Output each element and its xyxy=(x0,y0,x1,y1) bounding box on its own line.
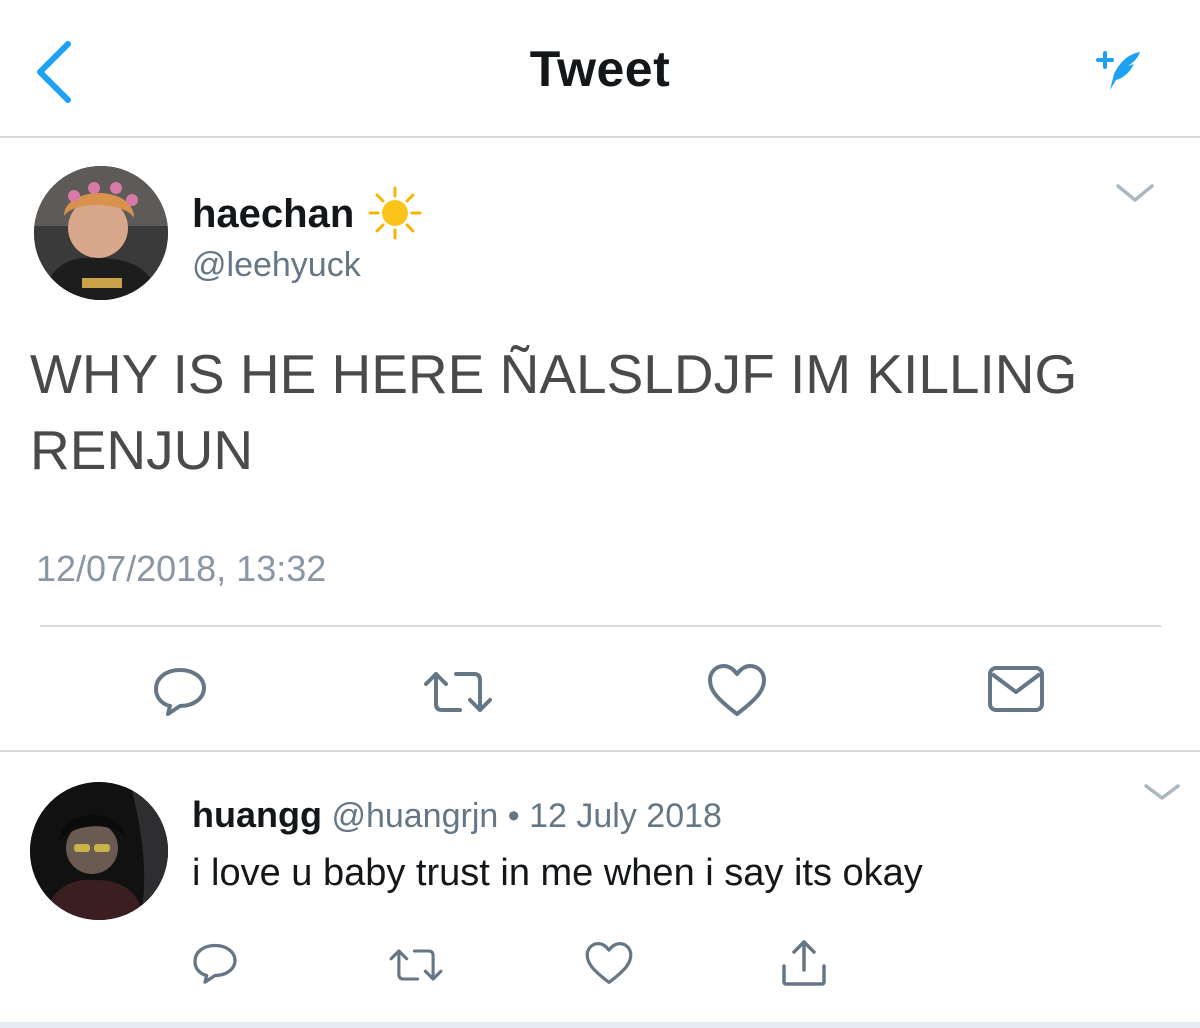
sun-icon xyxy=(368,186,422,240)
direct-message-button[interactable] xyxy=(986,664,1046,714)
reply-handle[interactable]: @huangrjn xyxy=(331,797,498,835)
reply-button[interactable] xyxy=(150,664,210,718)
like-button[interactable] xyxy=(706,662,768,718)
divider xyxy=(0,750,1200,752)
reply-icon xyxy=(193,943,237,984)
user-handle[interactable]: @leehyuck xyxy=(192,246,361,285)
bottom-separator xyxy=(0,1022,1200,1028)
share-icon xyxy=(782,940,826,986)
reply-options-button[interactable] xyxy=(1142,778,1182,806)
profile-photo xyxy=(34,166,168,300)
reply-icon xyxy=(154,668,206,716)
avatar[interactable] xyxy=(34,166,168,300)
compose-tweet-button[interactable] xyxy=(1090,46,1146,96)
avatar[interactable] xyxy=(30,782,168,920)
retweet-icon xyxy=(389,949,443,981)
tweet-options-button[interactable] xyxy=(1114,178,1156,208)
reply-meta: huangg @huangrjn • 12 July 2018 xyxy=(192,794,722,836)
reply-button[interactable] xyxy=(190,940,240,986)
like-icon xyxy=(708,664,766,716)
reply-display-name[interactable]: huangg xyxy=(192,794,322,835)
reply-text: i love u baby trust in me when i say its… xyxy=(192,852,923,894)
chevron-down-icon xyxy=(1144,784,1180,800)
compose-tweet-icon xyxy=(1096,51,1140,90)
tweet-timestamp: 12/07/2018, 13:32 xyxy=(36,548,327,589)
like-icon xyxy=(585,942,633,984)
like-button[interactable] xyxy=(584,940,634,986)
divider xyxy=(40,625,1161,627)
display-name[interactable]: haechan xyxy=(192,192,354,237)
retweet-icon xyxy=(424,672,492,712)
direct-message-icon xyxy=(988,666,1044,712)
share-button[interactable] xyxy=(778,938,830,988)
chevron-down-icon xyxy=(1116,184,1154,202)
meta-separator: • xyxy=(507,797,520,835)
retweet-button[interactable] xyxy=(388,946,444,984)
profile-photo xyxy=(30,782,168,920)
reply-date: 12 July 2018 xyxy=(529,797,722,835)
tweet-text: WHY IS HE HERE ÑALSLDJF IM KILLING RENJU… xyxy=(30,343,1078,481)
retweet-button[interactable] xyxy=(422,668,494,716)
page-title: Tweet xyxy=(529,41,671,97)
